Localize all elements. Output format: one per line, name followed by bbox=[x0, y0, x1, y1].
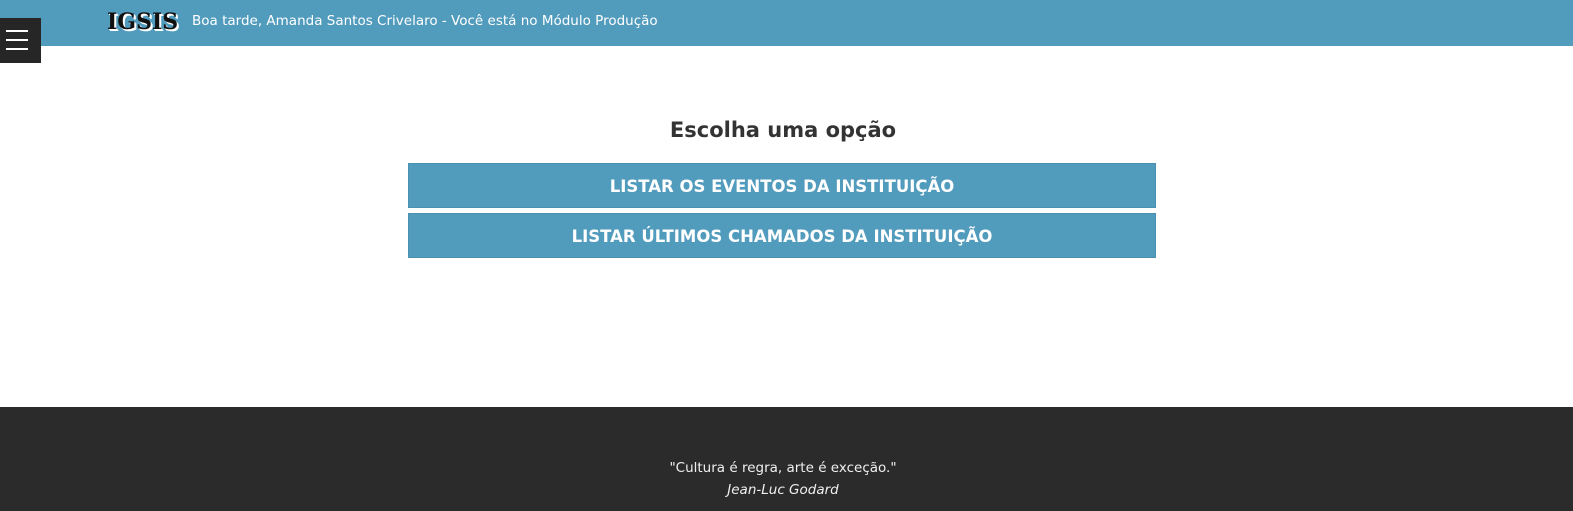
hamburger-menu-icon[interactable] bbox=[0, 18, 41, 63]
page-title: Escolha uma opção bbox=[669, 118, 897, 142]
menu-line bbox=[6, 30, 28, 32]
footer-quote: "Cultura é regra, arte é exceção." bbox=[669, 460, 897, 476]
list-institution-events-button[interactable]: LISTAR OS EVENTOS DA INSTITUIÇÃO bbox=[408, 163, 1156, 208]
user-greeting: Boa tarde, Amanda Santos Crivelaro - Voc… bbox=[192, 13, 658, 29]
menu-line bbox=[6, 48, 28, 50]
list-latest-tickets-button[interactable]: LISTAR ÚLTIMOS CHAMADOS DA INSTITUIÇÃO bbox=[408, 213, 1156, 258]
menu-line bbox=[6, 39, 28, 41]
app-logo[interactable]: IGSIS bbox=[107, 9, 178, 35]
footer-quote-author: Jean-Luc Godard bbox=[727, 482, 839, 498]
